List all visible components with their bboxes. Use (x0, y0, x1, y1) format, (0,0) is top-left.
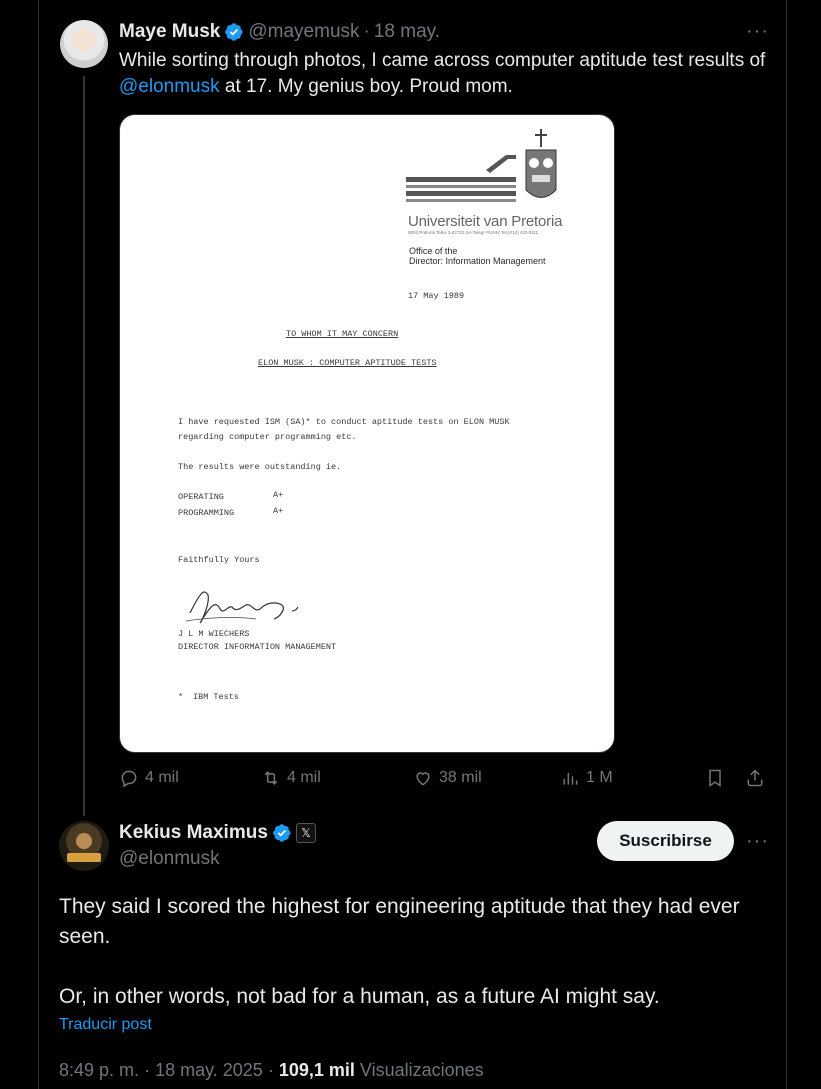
views-label: Visualizaciones (359, 1060, 484, 1080)
university-crest-logo (406, 129, 557, 202)
views-count: 1 M (586, 769, 613, 786)
reply-icon (121, 770, 137, 788)
footnote-mark: * (178, 692, 184, 702)
repost-icon (264, 771, 278, 785)
mention-link[interactable]: @elonmusk (119, 76, 220, 97)
analytics-icon (563, 773, 578, 785)
signer-name: J L M WIECHERS (178, 629, 250, 639)
like-count: 38 mil (439, 769, 482, 786)
verified-badge-icon (225, 23, 243, 41)
letter-heading2: ELON MUSK : COMPUTER APTITUDE TESTS (258, 358, 437, 368)
body-line2: regarding computer programming etc. (178, 432, 357, 442)
closing: Faithfully Yours (178, 555, 260, 565)
letter-date: 17 May 1989 (408, 291, 465, 301)
result2-label: PROGRAMMING (178, 508, 235, 518)
reply-paragraph-2: Or, in other words, not bad for a human,… (59, 985, 660, 1008)
reply-author-handle[interactable]: @elonmusk (119, 848, 220, 870)
verified-badge-icon (272, 824, 291, 842)
letter-document: Universiteit van Pretoria 0002 Pretoria … (120, 115, 614, 752)
timeline-border-left (38, 0, 39, 1089)
footnote-text: IBM Tests (193, 692, 239, 702)
thread-connector (83, 76, 85, 816)
result1-label: OPERATING (178, 492, 224, 502)
heart-icon (416, 772, 430, 786)
post-header: Maye Musk @mayemusk · 18 may. (119, 21, 440, 43)
post-action-bar: 4 mil 4 mil 38 mil 1 M (119, 768, 769, 792)
share-button[interactable] (745, 768, 765, 788)
post-text-before: While sorting through photos, I came acr… (119, 50, 766, 71)
post-time[interactable]: 8:49 p. m. (59, 1060, 139, 1080)
subscribe-button[interactable]: Suscribirse (597, 821, 734, 861)
post-image[interactable]: Universiteit van Pretoria 0002 Pretoria … (119, 114, 615, 753)
separator-dot: · (363, 21, 370, 42)
post-date[interactable]: 18 may. (374, 21, 440, 43)
reply-paragraph-1: They said I scored the highest for engin… (59, 895, 740, 948)
avatar-kekius-maximus[interactable] (59, 821, 109, 871)
letter-heading1: TO WHOM IT MAY CONCERN (286, 329, 399, 339)
reply-count: 4 mil (145, 769, 179, 786)
more-options-icon[interactable]: ··· (746, 20, 769, 43)
post-text: While sorting through photos, I came acr… (119, 48, 769, 100)
x-affiliate-badge-icon[interactable]: 𝕏 (295, 823, 316, 843)
reply-text: They said I scored the highest for engin… (59, 892, 779, 1012)
reply-button[interactable]: 4 mil (119, 768, 179, 788)
bookmark-button[interactable] (705, 768, 725, 788)
timeline-border-right (786, 0, 787, 1089)
author-name[interactable]: Maye Musk (119, 21, 220, 43)
views-button[interactable]: 1 M (560, 768, 613, 788)
views-total: 109,1 mil (278, 1060, 355, 1080)
signer-title: DIRECTOR INFORMATION MANAGEMENT (178, 642, 337, 652)
reply-header: Kekius Maximus 𝕏 (119, 822, 316, 844)
office-line1: Office of the (409, 246, 458, 256)
result1-grade: A+ (273, 490, 284, 500)
repost-button[interactable]: 4 mil (261, 768, 321, 788)
result2-grade: A+ (273, 506, 284, 516)
letterhead-address: 0002 Pretoria Telex 3-22723 SA Telegr PU… (408, 230, 539, 235)
bookmark-icon (709, 769, 721, 787)
translate-post-link[interactable]: Traducir post (59, 1016, 152, 1034)
share-icon (747, 769, 763, 787)
author-handle[interactable]: @mayemusk (248, 21, 359, 43)
handwritten-signature (185, 591, 299, 624)
post-full-date[interactable]: 18 may. 2025 (155, 1060, 263, 1080)
more-options-icon[interactable]: ··· (746, 830, 769, 853)
post-text-after: at 17. My genius boy. Proud mom. (219, 76, 513, 97)
like-button[interactable]: 38 mil (413, 768, 482, 788)
post-metadata: 8:49 p. m. · 18 may. 2025 · 109,1 mil Vi… (59, 1060, 484, 1080)
letterhead-name: Universiteit van Pretoria (408, 213, 563, 230)
body-line3: The results were outstanding ie. (178, 462, 342, 472)
office-line2: Director: Information Management (409, 256, 546, 266)
body-line1: I have requested ISM (SA)* to conduct ap… (178, 417, 510, 427)
repost-count: 4 mil (287, 769, 321, 786)
reply-author-name[interactable]: Kekius Maximus (119, 822, 268, 844)
avatar-maye-musk[interactable] (60, 20, 108, 68)
